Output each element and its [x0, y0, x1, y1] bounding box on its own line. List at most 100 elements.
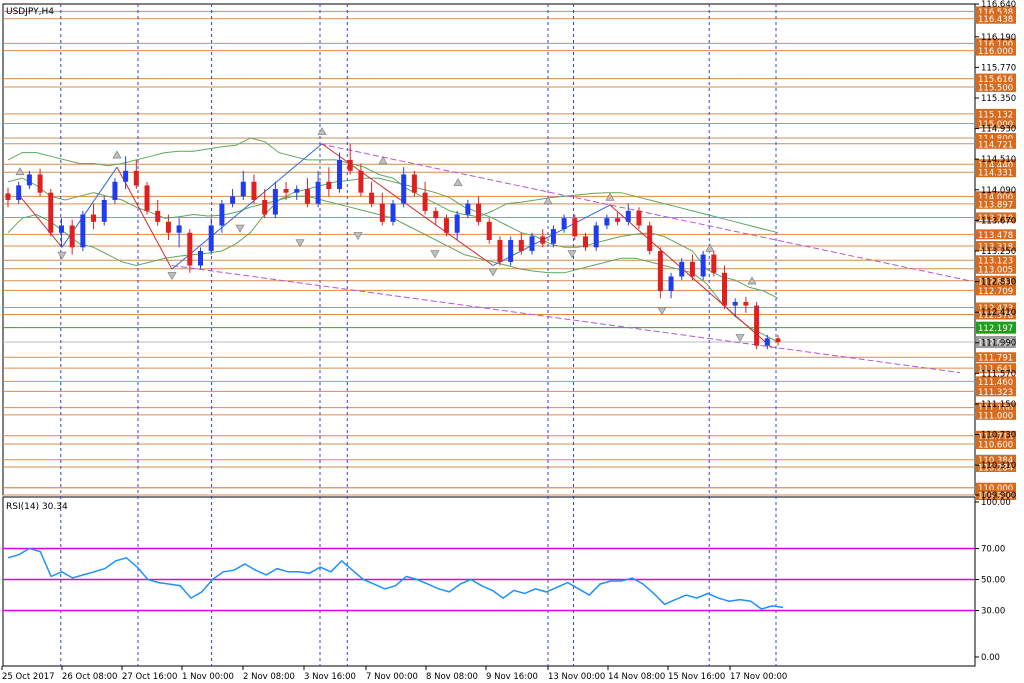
candle-body [401, 174, 407, 204]
level-label: 113.478 [978, 231, 1013, 241]
candle-body [443, 218, 449, 233]
level-label: 116.000 [978, 47, 1013, 57]
candle-body [240, 181, 246, 197]
candle-body [615, 218, 621, 222]
candle-body [625, 210, 631, 222]
level-label: 116.438 [978, 15, 1013, 25]
chart-title: USDJPY,H4 [6, 7, 54, 17]
candle-body [262, 199, 268, 215]
candle-body [133, 170, 139, 186]
candle-body [165, 221, 171, 233]
time-tick-label: 27 Oct 16:00 [122, 672, 177, 682]
candle-body [722, 272, 728, 306]
time-tick-label: 3 Nov 16:00 [304, 672, 356, 682]
level-label: 112.709 [978, 287, 1013, 297]
level-label: 113.897 [978, 200, 1013, 210]
candle-body [326, 181, 332, 190]
price-tick-label: 116.190 [981, 33, 1016, 43]
candle-body [700, 254, 706, 277]
level-label: 111.323 [978, 388, 1013, 398]
candle-body [529, 236, 535, 251]
price-tick-label: 112.830 [981, 278, 1016, 288]
candle-body [518, 240, 524, 251]
price-tick-label: 113.250 [981, 247, 1016, 257]
level-label: 111.000 [978, 411, 1013, 421]
candle-body [433, 210, 439, 219]
rsi-tick-label: 50.00 [981, 576, 1005, 586]
candle-body [604, 218, 610, 226]
price-tick-label: 115.350 [981, 94, 1016, 104]
candle-body [58, 225, 64, 233]
candle-body [636, 210, 642, 226]
price-tick-label: 110.310 [981, 461, 1016, 471]
candle-body [80, 214, 86, 248]
rsi-tick-label: 100.00 [981, 498, 1011, 508]
candle-body [497, 240, 503, 262]
level-label: 114.331 [978, 169, 1013, 179]
time-tick-label: 7 Nov 00:00 [366, 672, 418, 682]
candle-body [379, 203, 385, 222]
candle-body [144, 185, 150, 211]
price-tick-label: 114.930 [981, 125, 1016, 135]
time-tick-label: 8 Nov 08:00 [426, 672, 478, 682]
candle-body [251, 181, 257, 200]
candle-body [593, 225, 599, 248]
candle-body [272, 189, 278, 215]
current-green-label: 112.197 [978, 324, 1013, 334]
candle-body [315, 181, 321, 204]
price-tick-label: 111.570 [981, 369, 1016, 379]
candle-body [476, 203, 482, 222]
price-tick-label: 116.640 [981, 0, 1016, 10]
time-tick-label: 1 Nov 00:00 [182, 672, 234, 682]
candle-body [764, 338, 770, 346]
rsi-label: RSI(14) 30.34 [6, 502, 68, 512]
candle-body [583, 236, 588, 248]
usdjpy-chart: 116.538116.438116.100116.000115.616115.5… [1, 0, 1016, 682]
candle-body [208, 225, 214, 251]
candle-body [16, 185, 22, 200]
candle-body [657, 250, 663, 292]
candle-body [337, 159, 343, 190]
candle-body [486, 221, 492, 241]
price-tick-label: 112.410 [981, 308, 1016, 318]
candle-body [369, 192, 375, 204]
price-tick-label: 111.990 [981, 339, 1016, 349]
candle-body [176, 225, 182, 233]
candle-body [411, 174, 417, 193]
candle-body [283, 189, 289, 193]
time-tick-label: 14 Nov 08:00 [608, 672, 665, 682]
candle-body [230, 196, 236, 204]
candle-body [219, 203, 225, 226]
time-tick-label: 17 Nov 00:00 [730, 672, 787, 682]
candle-body [540, 236, 546, 244]
candle-body [37, 174, 43, 193]
rsi-panel [2, 496, 976, 667]
candle-body [48, 192, 54, 233]
candle-body [561, 218, 567, 230]
candle-body [754, 305, 760, 346]
time-tick-label: 13 Nov 00:00 [548, 672, 605, 682]
level-label: 113.005 [978, 265, 1013, 275]
candle-body [743, 301, 749, 306]
candle-body [123, 170, 129, 182]
candle-body [689, 261, 695, 277]
candle-body [711, 254, 717, 273]
rsi-tick-label: 0.00 [981, 653, 1000, 663]
time-tick-label: 15 Nov 16:00 [668, 672, 725, 682]
candle-body [26, 174, 32, 186]
candle-body [69, 225, 75, 248]
candle-body [358, 170, 364, 193]
candle-body [668, 276, 674, 292]
level-label: 110.600 [978, 441, 1013, 451]
candle-body [347, 159, 353, 171]
time-tick-label: 9 Nov 16:00 [486, 672, 538, 682]
candle-body [112, 181, 118, 200]
price-tick-label: 115.770 [981, 63, 1016, 73]
candle-body [465, 203, 471, 215]
candle-body [390, 203, 396, 222]
candle-body [294, 189, 300, 193]
candle-body [422, 192, 428, 211]
price-tick-label: 114.090 [981, 186, 1016, 196]
time-tick-label: 25 Oct 2017 [2, 672, 55, 682]
candle-body [508, 240, 514, 262]
